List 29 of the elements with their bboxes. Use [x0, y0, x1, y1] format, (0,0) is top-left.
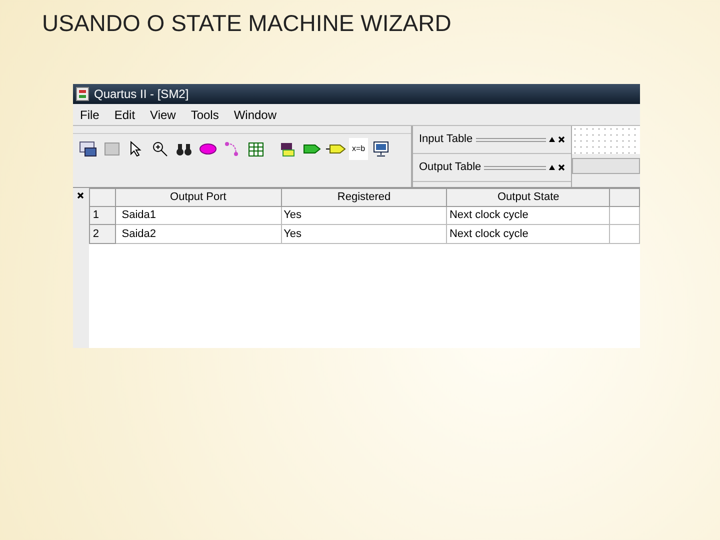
table-cell: Saida1	[115, 206, 282, 225]
table-cell: Yes	[281, 206, 447, 225]
column-header[interactable]: Output State	[446, 188, 610, 206]
menu-item[interactable]: View	[150, 106, 176, 124]
table-cell: Next clock cycle	[446, 206, 610, 225]
menu-item[interactable]: Tools	[190, 106, 219, 124]
table-cell: Next clock cycle	[446, 224, 610, 244]
close-icon[interactable]	[77, 192, 84, 199]
table-cell: Saida2	[115, 224, 282, 244]
slide-title: USANDO O STATE MACHINE WIZARD	[42, 9, 452, 38]
canvas-grid	[572, 126, 640, 154]
table-cell: Yes	[281, 224, 447, 244]
assign-button[interactable]: x=b	[349, 138, 368, 160]
window-title: Quartus II - [SM2]	[94, 86, 189, 103]
menu-item[interactable]: File	[80, 106, 100, 124]
app-icon	[76, 87, 89, 101]
scroll-bar[interactable]	[572, 158, 640, 174]
collapse-icon[interactable]	[549, 165, 555, 170]
row-number: 1	[89, 206, 116, 225]
close-icon[interactable]	[558, 136, 565, 143]
column-header[interactable]: Registered	[281, 188, 447, 206]
row-number: 2	[89, 224, 116, 244]
collapse-icon[interactable]	[549, 137, 555, 142]
column-header[interactable]: Output Port	[115, 188, 282, 206]
close-icon[interactable]	[558, 164, 565, 171]
panel-title: Input Table	[419, 132, 473, 148]
panel-title: Output Table	[419, 160, 482, 176]
menu-item[interactable]: Window	[234, 106, 277, 124]
menu-item[interactable]: Edit	[114, 106, 136, 124]
